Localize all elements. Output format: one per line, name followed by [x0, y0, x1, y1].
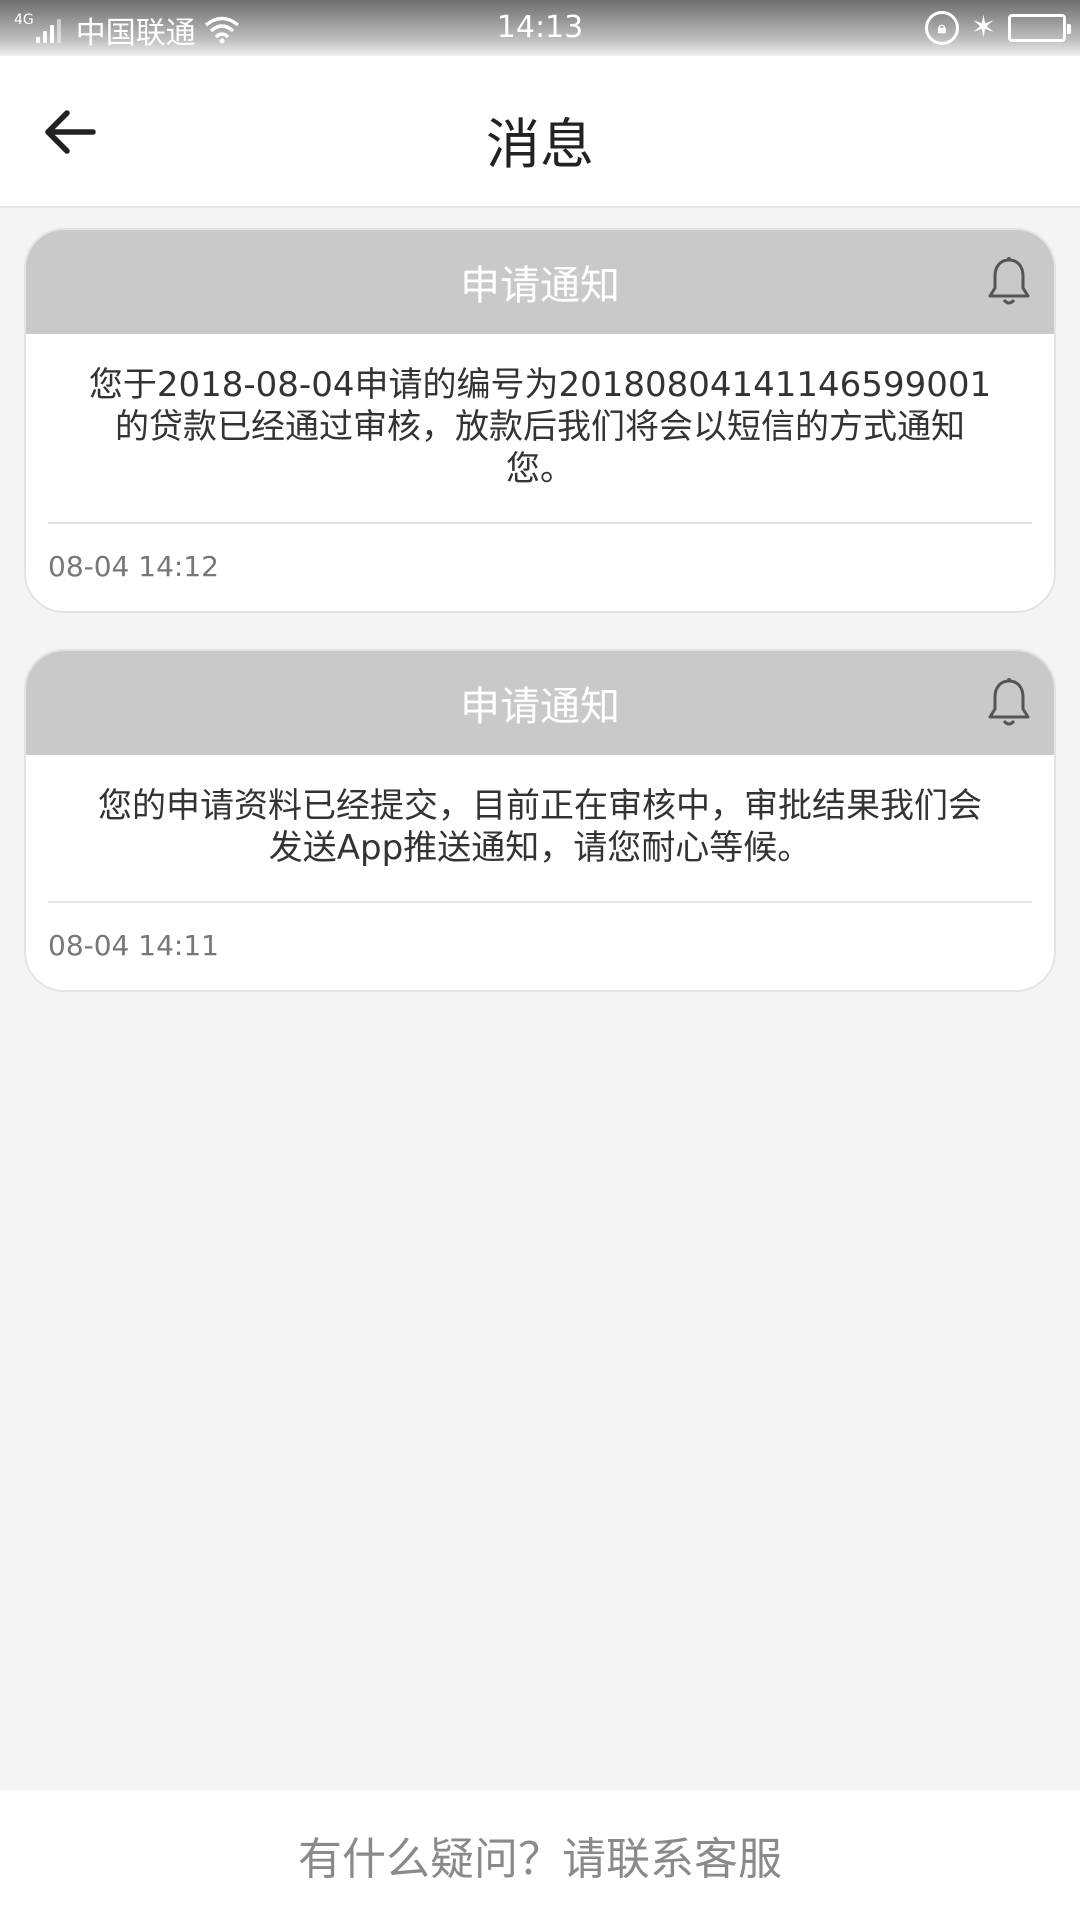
contact-support-link[interactable]: 有什么疑问？请联系客服: [298, 1823, 782, 1887]
message-time: 08-04 14:12: [48, 550, 219, 583]
card-title: 申请通知: [460, 263, 620, 309]
footer: 有什么疑问？请联系客服: [0, 1790, 1080, 1920]
status-bar: 4G 中国联通 14:13 🔒︎ ✶: [0, 0, 1080, 56]
battery-icon: [1008, 13, 1071, 42]
rotation-lock-icon: 🔒︎: [924, 10, 959, 45]
card-header: 申请通知: [26, 651, 1054, 755]
message-time: 08-04 14:11: [48, 929, 219, 962]
status-right: 🔒︎ ✶: [913, 10, 1071, 45]
bell-icon: [988, 678, 1030, 726]
bell-icon: [988, 257, 1030, 305]
card-title: 申请通知: [460, 684, 620, 730]
card-header: 申请通知: [26, 230, 1054, 334]
message-card[interactable]: 申请通知 您于2018-08-04申请的编号为20180804141146599…: [24, 228, 1056, 613]
nav-bar: 消息: [0, 56, 1080, 208]
page-title: 消息: [486, 113, 594, 176]
message-list: 申请通知 您于2018-08-04申请的编号为20180804141146599…: [24, 228, 1056, 1028]
bluetooth-icon: ✶: [970, 10, 996, 45]
message-body: 您的申请资料已经提交，目前正在审核中，审批结果我们会发送App推送通知，请您耐心…: [48, 755, 1032, 903]
message-body: 您于2018-08-04申请的编号为20180804141146599001的贷…: [48, 334, 1032, 524]
screen: 4G 中国联通 14:13 🔒︎ ✶ 消息 申请通知 您于2018-08-04申…: [0, 0, 1080, 1920]
message-card[interactable]: 申请通知 您的申请资料已经提交，目前正在审核中，审批结果我们会发送App推送通知…: [24, 649, 1056, 992]
